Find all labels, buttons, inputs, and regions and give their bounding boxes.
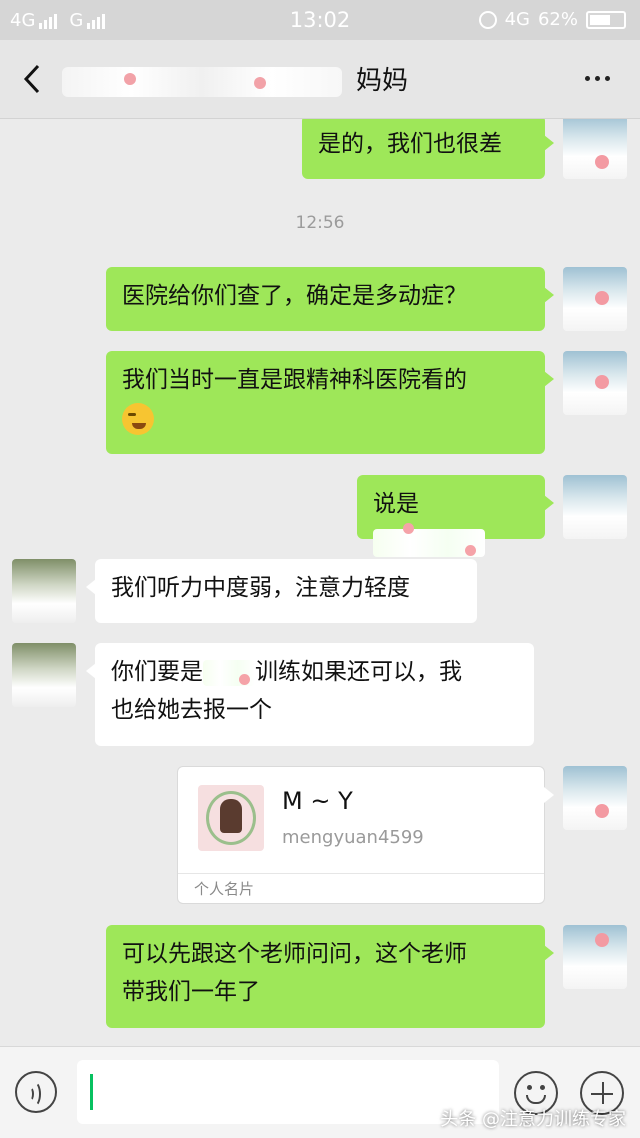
message-bubble[interactable]: 我们听力中度弱，注意力轻度 bbox=[86, 559, 477, 623]
message-text: 带我们一年了 bbox=[122, 979, 260, 1005]
avatar[interactable] bbox=[563, 267, 627, 331]
voice-icon[interactable] bbox=[15, 1071, 57, 1113]
timestamp: 12:56 bbox=[295, 213, 345, 233]
alarm-icon bbox=[478, 10, 497, 29]
contact-card[interactable]: M ~ Y mengyuan4599 个人名片 bbox=[177, 766, 554, 904]
message-bubble[interactable]: 说是 bbox=[357, 475, 554, 557]
more-icon[interactable] bbox=[585, 76, 610, 81]
redacted-name bbox=[62, 66, 342, 97]
redacted-text bbox=[203, 659, 255, 686]
divider bbox=[178, 873, 544, 874]
message-text: 我们当时一直是跟精神科医院看的 bbox=[122, 367, 467, 393]
message-text: 医院给你们查了，确定是多动症？ bbox=[122, 283, 467, 309]
network-label: 4G bbox=[504, 9, 530, 30]
message-text: 可以先跟这个老师问问，这个老师 bbox=[122, 941, 467, 967]
message-input[interactable] bbox=[77, 1060, 499, 1124]
avatar[interactable] bbox=[563, 475, 627, 539]
avatar[interactable] bbox=[563, 119, 627, 179]
message-text: 说是 bbox=[373, 491, 419, 517]
crying-laughing-emoji-icon bbox=[122, 402, 154, 435]
message-bubble[interactable]: 医院给你们查了，确定是多动症？ bbox=[106, 267, 554, 331]
status-bar: 4G G 13:02 4G 62% bbox=[0, 0, 640, 40]
status-right: 4G 62% bbox=[478, 9, 626, 30]
message-bubble[interactable]: 可以先跟这个老师问问，这个老师 带我们一年了 bbox=[106, 925, 554, 1028]
message-text: 我们听力中度弱，注意力轻度 bbox=[111, 575, 410, 601]
contact-card-name: M ~ Y bbox=[282, 787, 353, 815]
watermark: 头条 @注意力训练专家 bbox=[440, 1109, 626, 1130]
avatar[interactable] bbox=[12, 559, 76, 623]
battery-percent: 62% bbox=[537, 9, 578, 30]
battery-icon bbox=[586, 10, 626, 29]
avatar[interactable] bbox=[12, 643, 76, 707]
avatar[interactable] bbox=[563, 351, 627, 415]
avatar[interactable] bbox=[563, 766, 627, 830]
avatar[interactable] bbox=[563, 925, 627, 989]
message-bubble[interactable]: 是的，我们也很差 bbox=[302, 119, 554, 179]
message-bubble[interactable]: 你们要是 训练如果还可以，我 也给她去报一个 bbox=[86, 643, 534, 746]
message-bubble[interactable]: 我们当时一直是跟精神科医院看的 bbox=[106, 351, 554, 454]
redacted-text bbox=[373, 522, 485, 557]
back-icon[interactable] bbox=[18, 62, 48, 96]
chat-header: 妈妈 bbox=[0, 40, 640, 119]
text-cursor bbox=[90, 1074, 93, 1110]
message-text: 你们要是 训练如果还可以，我 bbox=[111, 659, 462, 686]
message-text: 是的，我们也很差 bbox=[318, 131, 502, 157]
contact-card-account: mengyuan4599 bbox=[282, 827, 424, 848]
chat-title: 妈妈 bbox=[62, 60, 408, 97]
input-bar: 头条 @注意力训练专家 bbox=[0, 1046, 640, 1138]
message-list[interactable]: 是的，我们也很差 12:56 医院给你们查了，确定是多动症？ 我们当时一直是跟精… bbox=[0, 119, 640, 1046]
chat-title-text: 妈妈 bbox=[356, 66, 409, 96]
contact-card-type: 个人名片 bbox=[194, 880, 255, 898]
message-text: 也给她去报一个 bbox=[111, 697, 272, 723]
contact-card-avatar bbox=[198, 785, 264, 851]
